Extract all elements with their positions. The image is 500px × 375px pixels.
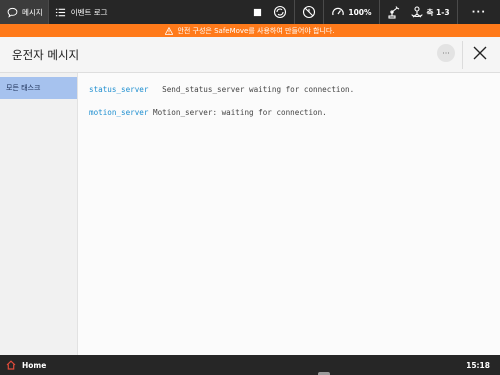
speed-control[interactable]: 100% (324, 0, 378, 24)
tab-event-log[interactable]: 이벤트 로그 (49, 0, 113, 24)
list-item[interactable]: status_server Send_status_server waiting… (89, 85, 354, 94)
page-title: 운전자 메시지 (12, 47, 80, 62)
message-text: Motion_server: waiting for connection. (153, 108, 327, 117)
controller-status[interactable] (243, 0, 294, 24)
clock: 15:18 (466, 360, 490, 370)
axis-label: 축 1-3 (426, 7, 450, 17)
list-item[interactable]: motion_server Motion_server: waiting for… (89, 108, 327, 117)
more-menu-button[interactable]: ··· (458, 0, 500, 24)
more-icon: ··· (471, 6, 486, 18)
tab-event-log-label: 이벤트 로그 (70, 7, 108, 17)
message-text: Send_status_server waiting for connectio… (162, 85, 355, 94)
motors-off-icon (302, 5, 316, 19)
home-icon (6, 360, 16, 370)
message-source: status_server (89, 85, 149, 94)
divider (462, 41, 463, 69)
close-icon (473, 46, 487, 60)
chat-icon (5, 5, 19, 19)
speed-value: 100% (348, 7, 372, 17)
task-filter-sidebar: 모든 태스크 (0, 73, 78, 355)
top-bar: 메시지 이벤트 로그 100% 축 1-3 ··· (0, 0, 500, 24)
auto-mode-icon (273, 5, 287, 19)
warning-icon (165, 26, 174, 35)
robot-arm-icon (387, 5, 401, 19)
tab-messages[interactable]: 메시지 (0, 0, 48, 24)
sidebar-item-label: 모든 태스크 (6, 84, 41, 92)
home-button[interactable]: Home (6, 360, 46, 370)
list-icon (54, 5, 68, 19)
stop-icon (250, 5, 264, 19)
message-list: status_server Send_status_server waiting… (78, 73, 500, 355)
speedometer-icon (331, 5, 345, 19)
message-source: motion_server (89, 108, 149, 117)
axis-icon (410, 5, 424, 19)
warning-text: 안전 구성은 SafeMove를 사용하여 만들어야 합니다. (177, 26, 335, 35)
jog-control[interactable]: 축 1-3 (380, 0, 457, 24)
options-button[interactable]: ··· (437, 44, 455, 62)
tab-messages-label: 메시지 (22, 7, 43, 17)
more-icon: ··· (442, 48, 450, 58)
home-label: Home (22, 360, 47, 370)
status-area: 100% 축 1-3 ··· (243, 0, 500, 24)
page-header: 운전자 메시지 ··· (0, 37, 500, 73)
close-button[interactable] (470, 43, 490, 63)
safety-warning-bar: 안전 구성은 SafeMove를 사용하여 만들어야 합니다. (0, 24, 500, 37)
motors-status[interactable] (295, 0, 323, 24)
sidebar-item-all-tasks[interactable]: 모든 태스크 (0, 77, 77, 99)
bottom-bar: Home 15:18 (0, 355, 500, 375)
